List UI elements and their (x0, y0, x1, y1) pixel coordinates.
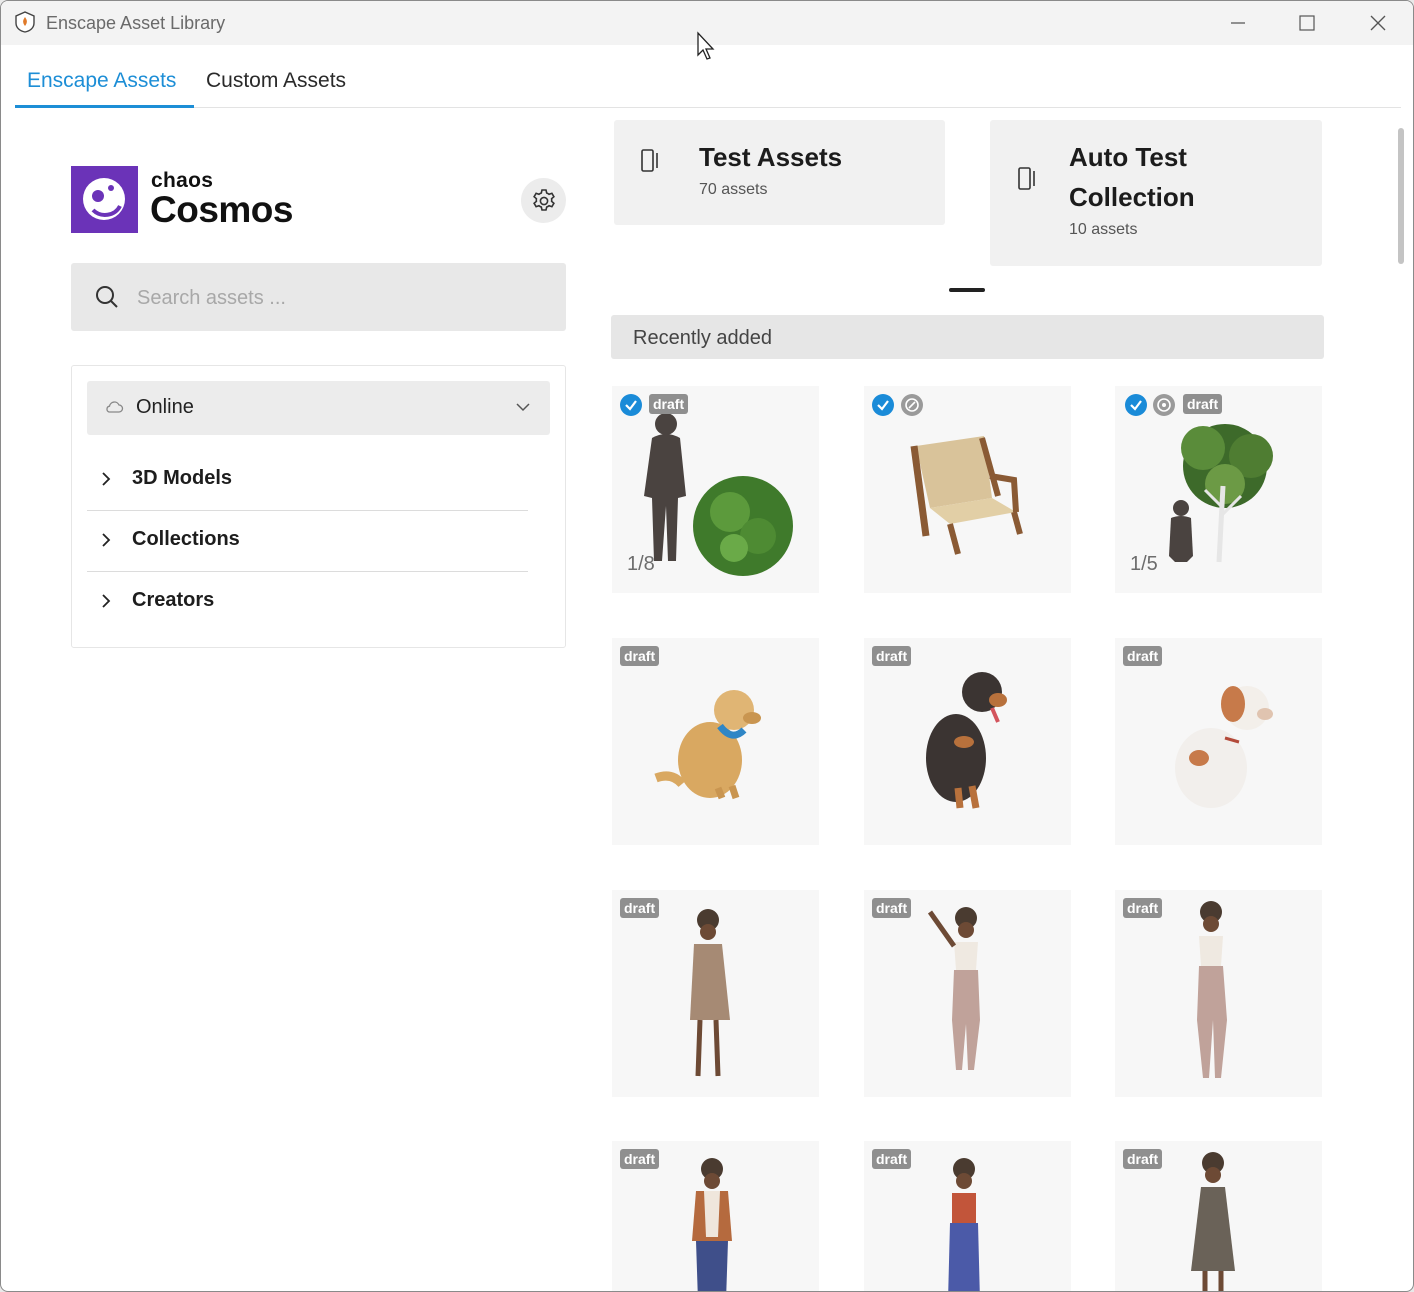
tree-item-3d-models[interactable]: 3D Models (87, 450, 527, 510)
settings-button[interactable] (521, 178, 566, 223)
draft-badge: draft (1123, 646, 1163, 666)
asset-card[interactable] (864, 386, 1071, 593)
asset-library-window: Enscape Asset Library Enscape Assets Cus… (0, 0, 1414, 1292)
collection-name: Test Assets (699, 142, 843, 172)
search-icon (96, 286, 118, 308)
window-title: Enscape Asset Library (46, 13, 226, 33)
collection-icon (641, 149, 658, 172)
minimize-button[interactable] (1203, 1, 1273, 45)
logo-wordmark: Cosmos (150, 189, 293, 230)
asset-thumbnail (654, 690, 761, 800)
section-header-recently-added: Recently added (611, 315, 1324, 359)
asset-card[interactable]: draft (864, 1141, 1071, 1291)
asset-card[interactable]: draft (864, 638, 1071, 845)
asset-thumbnail (1197, 901, 1227, 1078)
draft-badge: draft (872, 646, 912, 666)
asset-thumbnail (926, 672, 1007, 809)
asset-thumbnail (1175, 686, 1273, 808)
cosmos-logo-icon (83, 178, 125, 220)
status-icon (901, 394, 923, 416)
asset-card[interactable]: draft 1/8 (612, 386, 819, 593)
downloaded-check-icon (1125, 394, 1147, 416)
tree-item-label: Creators (132, 589, 215, 611)
collection-card-auto-test[interactable]: Auto Test Collection 10 assets (990, 120, 1322, 266)
tree-item-label: Collections (132, 528, 240, 550)
asset-card[interactable]: draft (612, 638, 819, 845)
collection-icon (1018, 167, 1035, 190)
asset-thumbnail (910, 436, 1023, 555)
cloud-icon (106, 401, 124, 413)
draft-badge: draft (620, 898, 660, 918)
asset-card[interactable]: draft 1/5 (1115, 386, 1322, 593)
draft-badge: draft (1123, 1149, 1163, 1169)
collection-count: 70 assets (699, 181, 768, 198)
asset-card[interactable]: draft (864, 890, 1071, 1097)
scrollbar-thumb[interactable] (1398, 128, 1404, 264)
filter-panel: Online 3D Models Collections Creators (71, 365, 566, 648)
chevron-down-icon (516, 403, 530, 412)
asset-card[interactable]: draft (612, 890, 819, 1097)
chevron-right-icon (102, 472, 111, 486)
tree-item-label: 3D Models (132, 467, 233, 489)
downloaded-check-icon (872, 394, 894, 416)
library-tabs: Enscape Assets Custom Assets (15, 45, 1401, 108)
status-icon (1153, 394, 1175, 416)
draft-badge: draft (620, 646, 660, 666)
gear-icon (532, 188, 555, 211)
asset-thumbnail (690, 909, 730, 1077)
search-bar[interactable] (71, 263, 566, 331)
asset-card[interactable]: draft (612, 1141, 819, 1291)
asset-card[interactable]: draft (1115, 1141, 1322, 1291)
carousel-page-indicator[interactable] (949, 288, 985, 292)
search-input[interactable] (135, 277, 539, 319)
maximize-icon (1299, 15, 1315, 31)
asset-thumbnail (927, 907, 980, 1070)
asset-card[interactable]: draft (1115, 890, 1322, 1097)
tab-custom-assets[interactable]: Custom Assets (194, 45, 358, 105)
chevron-right-icon (102, 533, 111, 547)
section-title: Recently added (633, 327, 772, 349)
close-button[interactable] (1343, 1, 1413, 45)
source-dropdown[interactable]: Online (87, 381, 550, 435)
source-dropdown-value: Online (136, 396, 194, 418)
draft-badge: draft (620, 1149, 660, 1169)
maximize-button[interactable] (1272, 1, 1342, 45)
draft-badge: draft (1183, 394, 1223, 414)
downloaded-check-icon (620, 394, 642, 416)
draft-badge: draft (1123, 898, 1163, 918)
close-icon (1370, 15, 1386, 31)
collection-card-test-assets[interactable]: Test Assets 70 assets (614, 120, 945, 225)
variant-counter: 1/8 (627, 553, 655, 575)
tab-enscape-assets[interactable]: Enscape Assets (15, 45, 194, 108)
asset-card[interactable]: draft (1115, 638, 1322, 845)
enscape-app-icon (15, 11, 35, 33)
chevron-right-icon (102, 594, 111, 608)
tree-item-creators[interactable]: Creators (87, 572, 527, 632)
draft-badge: draft (649, 394, 689, 414)
chaos-cosmos-logo (71, 166, 138, 233)
collection-name: Auto Test Collection (1069, 142, 1195, 212)
minimize-icon (1231, 22, 1245, 24)
draft-badge: draft (872, 898, 912, 918)
variant-counter: 1/5 (1130, 553, 1158, 575)
draft-badge: draft (872, 1149, 912, 1169)
title-bar[interactable]: Enscape Asset Library (1, 1, 1413, 60)
tree-item-collections[interactable]: Collections (87, 511, 527, 571)
collection-count: 10 assets (1069, 221, 1138, 238)
